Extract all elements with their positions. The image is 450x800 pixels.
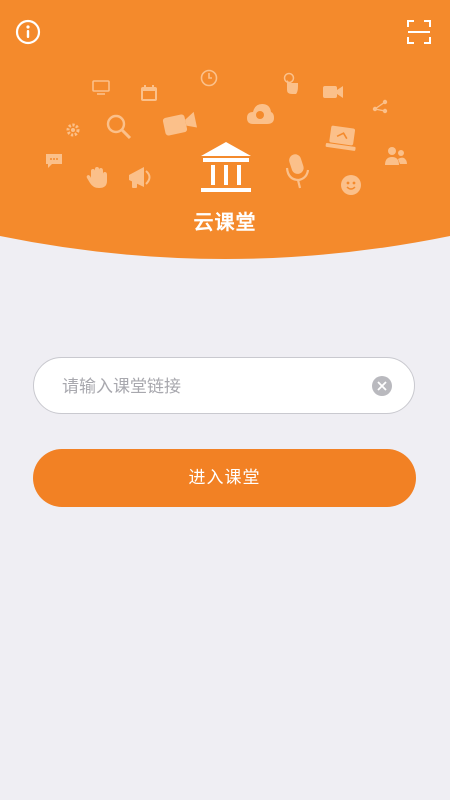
magnifier-icon — [106, 114, 132, 140]
link-input[interactable] — [60, 358, 374, 415]
enter-classroom-button[interactable]: 进入课堂 — [33, 449, 416, 507]
microphone-icon — [285, 154, 310, 189]
clear-button[interactable] — [372, 376, 392, 396]
share-icon — [372, 99, 388, 114]
megaphone-icon — [129, 167, 151, 188]
touch-icon — [283, 72, 298, 94]
institution-icon — [201, 142, 251, 192]
info-icon — [15, 19, 41, 45]
clock-icon — [200, 69, 218, 87]
app-title: 云课堂 — [193, 210, 257, 234]
video-icon-small — [323, 86, 343, 98]
smile-icon — [341, 175, 361, 195]
info-button[interactable] — [12, 16, 44, 48]
header: 云课堂 — [0, 0, 450, 262]
scan-button[interactable] — [403, 16, 435, 48]
scan-icon — [407, 20, 431, 44]
clear-icon — [377, 381, 387, 391]
calendar-icon — [141, 85, 157, 101]
cloud-icon — [247, 104, 274, 124]
laptop-icon — [325, 125, 356, 151]
settings-icon — [66, 123, 80, 137]
video-camera-icon — [162, 111, 197, 136]
monitor-icon — [92, 80, 110, 95]
hand-icon — [86, 167, 107, 188]
users-icon — [385, 147, 407, 165]
link-input-container — [33, 357, 415, 415]
chat-icon — [46, 154, 62, 168]
